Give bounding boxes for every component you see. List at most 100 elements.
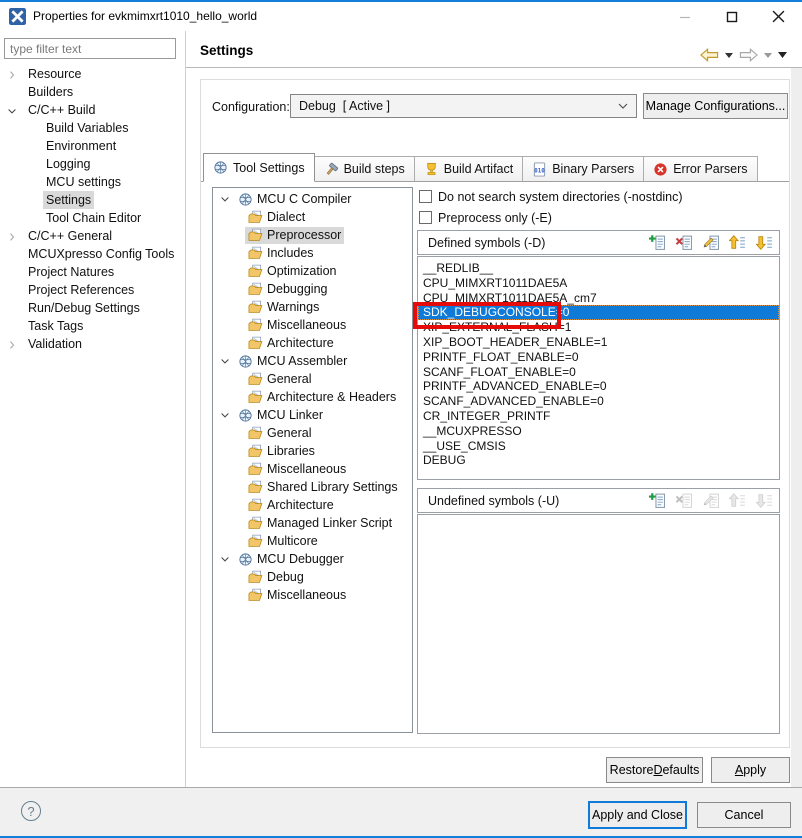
tool-tree-item-preprocessor[interactable]: Preprocessor [213,226,412,244]
apply-button[interactable]: Apply [711,757,790,783]
forward-menu-icon[interactable] [764,53,772,58]
checkbox-label: Do not search system directories (-nostd… [438,190,683,204]
tab-tool-settings[interactable]: Tool Settings [203,153,315,182]
apply-and-close-button[interactable]: Apply and Close [588,801,687,829]
tool-tree-item-mcu-debugger[interactable]: MCU Debugger [213,550,412,568]
symbol-row[interactable]: XIP_BOOT_HEADER_ENABLE=1 [418,335,779,350]
sidebar-item-logging[interactable]: Logging [0,155,184,173]
app-icon [9,8,26,25]
tool-tree-item-warnings[interactable]: Warnings [213,298,412,316]
tool-tree-item-optimization[interactable]: Optimization [213,262,412,280]
checkbox-preprocess-only[interactable] [419,211,432,224]
delete-symbol-icon[interactable] [675,234,692,251]
symbol-row[interactable]: __MCUXPRESSO [418,424,779,439]
tool-tree-item-label: Architecture & Headers [267,390,396,404]
tool-tree-item-libraries[interactable]: Libraries [213,442,412,460]
manage-configurations-button[interactable]: Manage Configurations... [643,93,788,119]
page-nav [700,48,787,62]
tab-binary-parsers[interactable]: 010Binary Parsers [523,156,644,182]
minimize-button[interactable] [662,2,707,31]
tool-tree-item-multicore[interactable]: Multicore [213,532,412,550]
defined-symbols-list[interactable]: __REDLIB__CPU_MIMXRT1011DAE5ACPU_MIMXRT1… [417,256,780,480]
tool-tree-item-architecture[interactable]: Architecture [213,334,412,352]
symbol-row[interactable]: __USE_CMSIS [418,439,779,454]
symbol-row[interactable]: __REDLIB__ [418,261,779,276]
tool-icon [238,354,253,369]
tool-tree-item-general[interactable]: General [213,370,412,388]
move-up-icon[interactable] [729,234,746,251]
window-title: Properties for evkmimxrt1010_hello_world [33,9,257,23]
chevron-expanded-icon[interactable] [219,553,231,565]
symbol-row[interactable]: SCANF_ADVANCED_ENABLE=0 [418,394,779,409]
symbol-row[interactable]: PRINTF_ADVANCED_ENABLE=0 [418,379,779,394]
sidebar-item-mcuxpresso-config-tools[interactable]: MCUXpresso Config Tools [0,245,184,263]
sidebar-item-project-natures[interactable]: Project Natures [0,263,184,281]
help-button[interactable]: ? [21,801,41,821]
tab-build-steps[interactable]: Build steps [315,156,415,182]
sidebar-item-mcu-settings[interactable]: MCU settings [0,173,184,191]
filter-input[interactable] [4,38,176,59]
chevron-expanded-icon[interactable] [219,409,231,421]
sidebar-item-run-debug-settings[interactable]: Run/Debug Settings [0,299,184,317]
sidebar-item-validation[interactable]: Validation [0,335,184,353]
symbol-row[interactable]: PRINTF_FLOAT_ENABLE=0 [418,350,779,365]
sidebar-item-environment[interactable]: Environment [0,137,184,155]
add-symbol-icon[interactable] [648,492,665,509]
tool-tree-item-mcu-linker[interactable]: MCU Linker [213,406,412,424]
back-icon[interactable] [700,48,719,62]
chevron-collapsed-icon[interactable] [6,231,18,243]
tool-tree-item-mcu-c-compiler[interactable]: MCU C Compiler [213,190,412,208]
sidebar-item-c-c-build[interactable]: C/C++ Build [0,101,184,119]
tool-tree-item-managed-linker-script[interactable]: Managed Linker Script [213,514,412,532]
symbol-row[interactable]: DEBUG [418,453,779,468]
symbol-row[interactable]: SCANF_FLOAT_ENABLE=0 [418,365,779,380]
tool-tree-item-architecture[interactable]: Architecture [213,496,412,514]
view-menu-icon[interactable] [778,52,787,58]
sidebar-item-c-c-general[interactable]: C/C++ General [0,227,184,245]
tool-tree-item-miscellaneous[interactable]: Miscellaneous [213,586,412,604]
tool-tree-item-shared-library-settings[interactable]: Shared Library Settings [213,478,412,496]
move-down-icon[interactable] [756,234,773,251]
sidebar-item-tool-chain-editor[interactable]: Tool Chain Editor [0,209,184,227]
undefined-symbols-list[interactable] [417,514,780,734]
add-symbol-icon[interactable] [648,234,665,251]
sidebar-item-project-references[interactable]: Project References [0,281,184,299]
tool-tree-item-miscellaneous[interactable]: Miscellaneous [213,316,412,334]
sidebar-item-build-variables[interactable]: Build Variables [0,119,184,137]
sidebar-item-task-tags[interactable]: Task Tags [0,317,184,335]
tool-tree-item-general[interactable]: General [213,424,412,442]
forward-icon[interactable] [739,48,758,62]
chevron-expanded-icon[interactable] [6,105,18,117]
chevron-expanded-icon[interactable] [219,355,231,367]
symbol-row[interactable]: CR_INTEGER_PRINTF [418,409,779,424]
tool-tree-item-mcu-assembler[interactable]: MCU Assembler [213,352,412,370]
sidebar-item-resource[interactable]: Resource [0,65,184,83]
chevron-collapsed-icon[interactable] [6,339,18,351]
sidebar-item-settings[interactable]: Settings [0,191,184,209]
maximize-button[interactable] [709,2,754,31]
checkbox-nostdinc[interactable] [419,190,432,203]
tab-error-parsers[interactable]: Error Parsers [644,156,757,182]
close-button[interactable] [756,2,801,31]
tool-tree-item-architecture-headers[interactable]: Architecture & Headers [213,388,412,406]
tool-tree-item-miscellaneous[interactable]: Miscellaneous [213,460,412,478]
page-scroll-gutter[interactable] [791,68,802,787]
undefined-symbols-header: Undefined symbols (-U) [417,488,780,513]
symbol-row[interactable]: CPU_MIMXRT1011DAE5A [418,276,779,291]
tab-build-artifact[interactable]: Build Artifact [415,156,523,182]
chevron-collapsed-icon[interactable] [6,69,18,81]
tool-tree-item-includes[interactable]: Includes [213,244,412,262]
back-menu-icon[interactable] [725,53,733,58]
tool-tree-item-label: MCU Debugger [257,552,344,566]
edit-symbol-icon[interactable] [702,234,719,251]
restore-defaults-button[interactable]: Restore Defaults [606,757,703,783]
cancel-button[interactable]: Cancel [697,802,791,828]
sidebar-item-builders[interactable]: Builders [0,83,184,101]
sidebar-item-label: Environment [43,137,119,155]
tool-tree-item-dialect[interactable]: Dialect [213,208,412,226]
tool-tree-item-debugging[interactable]: Debugging [213,280,412,298]
tool-tree-item-debug[interactable]: Debug [213,568,412,586]
chevron-expanded-icon[interactable] [219,193,231,205]
folder-icon [248,426,263,441]
configuration-combo[interactable]: Debug [ Active ] [290,94,637,118]
